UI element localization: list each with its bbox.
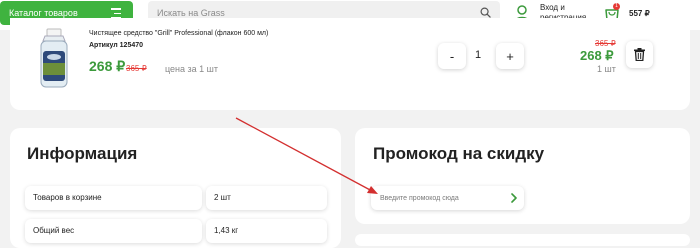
promo-code-card: Промокод на скидку	[355, 128, 690, 224]
info-title: Информация	[27, 144, 138, 163]
trash-icon	[634, 48, 645, 61]
chevron-right-icon[interactable]	[510, 193, 518, 203]
cart-total[interactable]: 557 ₽	[629, 9, 650, 18]
product-unit-label: цена за 1 шт	[165, 64, 219, 74]
quantity-value[interactable]: 1	[475, 49, 481, 61]
cart-count-badge: 1	[613, 3, 620, 10]
product-price: 268 ₽	[89, 58, 126, 74]
line-total-quantity: 1 шт	[597, 64, 616, 74]
quantity-decrease-button[interactable]: -	[438, 43, 466, 69]
product-sku: Артикул 125470	[89, 42, 144, 49]
line-total-old-price: 365 ₽	[595, 39, 616, 48]
info-row-label: Общий вес	[25, 219, 202, 243]
product-old-price: 365 ₽	[126, 64, 147, 73]
cart-item-card: Чистящее средство "Grill" Professional (…	[10, 18, 690, 110]
product-title[interactable]: Чистящее средство "Grill" Professional (…	[89, 30, 268, 37]
quantity-increase-button[interactable]: +	[496, 43, 524, 69]
order-info-card: Информация Товаров в корзине 2 шт Общий …	[10, 128, 341, 248]
info-row-label: Товаров в корзине	[25, 186, 202, 210]
promo-code-field	[371, 186, 524, 210]
next-card	[355, 234, 690, 246]
line-total-price: 268 ₽	[580, 48, 614, 63]
search-icon[interactable]	[480, 7, 491, 18]
info-row-value: 2 шт	[206, 186, 327, 210]
remove-item-button[interactable]	[626, 41, 653, 68]
catalog-button-label: Каталог товаров	[9, 8, 78, 18]
info-row-value: 1,43 кг	[206, 219, 327, 243]
promo-title: Промокод на скидку	[373, 144, 545, 163]
product-image[interactable]	[37, 27, 95, 93]
promo-code-input[interactable]	[371, 186, 501, 210]
login-line-1: Вход и	[540, 3, 565, 12]
